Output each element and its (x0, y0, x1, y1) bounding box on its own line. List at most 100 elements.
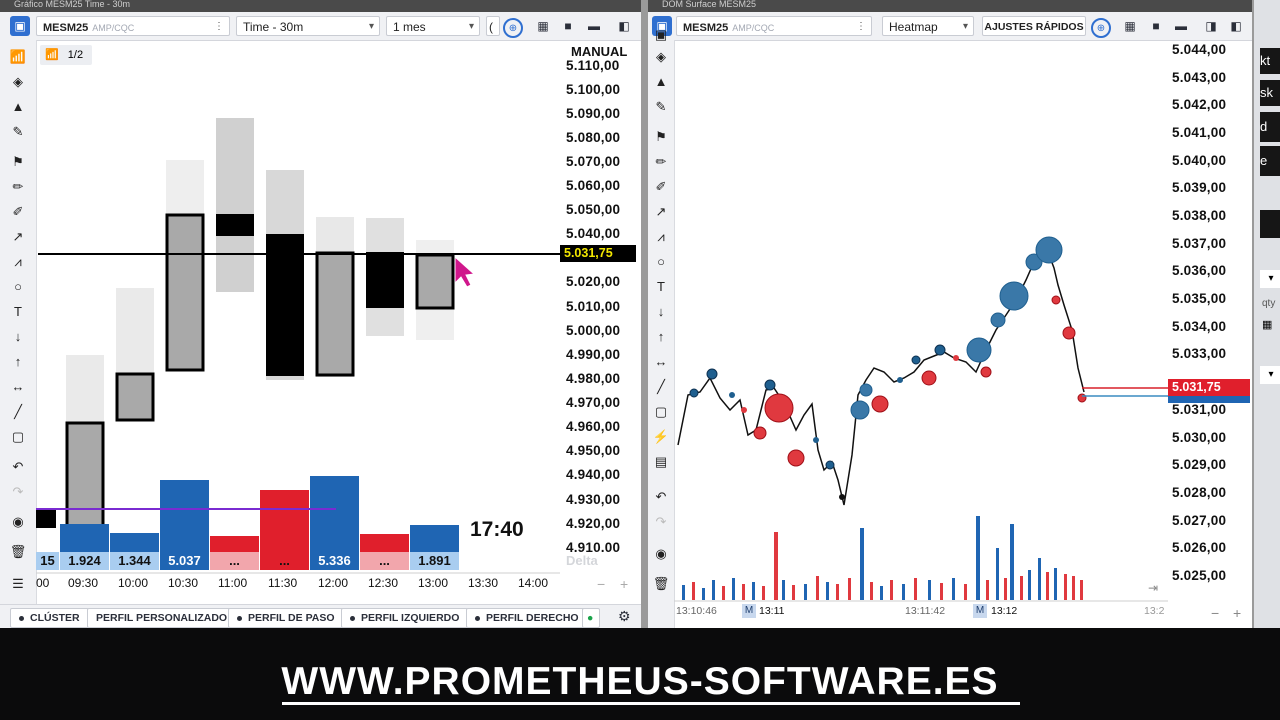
volume-bar (110, 533, 159, 552)
price-label: 5.036,00 (1172, 263, 1227, 278)
volume-bar (60, 524, 109, 552)
time-label: 13:2 (1144, 605, 1165, 617)
time-label: 13:10:46 (676, 605, 717, 617)
tab-more[interactable]: ● (582, 608, 600, 628)
time-label: 12:00 (318, 576, 349, 590)
order-bubble (934, 344, 946, 356)
time-label: 13:00 (418, 576, 449, 590)
price-label: 5.080,00 (566, 130, 621, 145)
current-price-badge: 5.031,75 (1168, 379, 1250, 396)
order-bubble (825, 460, 835, 470)
candle-body (315, 251, 355, 377)
order-bubble (990, 312, 1006, 328)
mode-label[interactable]: MANUAL (571, 44, 627, 59)
edge-tab[interactable]: sk (1260, 80, 1280, 106)
tab-cluster[interactable]: CLÚSTER (10, 608, 89, 628)
price-label: 5.035,00 (1172, 291, 1227, 306)
price-label: 5.043,00 (1172, 70, 1227, 85)
zoom-in-icon[interactable]: + (620, 576, 628, 592)
time-label: 09:30 (68, 576, 99, 590)
price-label: 5.010,00 (566, 299, 621, 314)
tab-custom-profile[interactable]: PERFIL PERSONALIZADO (87, 608, 237, 628)
time-label: 13:30 (468, 576, 499, 590)
volume-histogram (682, 516, 1083, 600)
time-label: 11:30 (268, 576, 298, 590)
price-label: 5.000,00 (566, 323, 621, 338)
zoom-out-icon[interactable]: − (1211, 605, 1219, 621)
price-label: 5.090,00 (566, 106, 621, 121)
price-label: 4.970,00 (566, 395, 621, 410)
volume-label: ... (229, 553, 240, 568)
price-label: 5.044,00 (1172, 42, 1227, 57)
order-bubbles (689, 236, 1087, 500)
cluster-chart-window: Gráfico MESM25 Time - 30m ▣ MESM25 AMP/CQ… (0, 0, 641, 628)
candle-body (165, 213, 205, 372)
qty-label: qty (1262, 298, 1276, 309)
profile-tabs-bar: CLÚSTER PERFIL PERSONALIZADO PERFIL DE P… (0, 604, 641, 628)
price-label: 5.037,00 (1172, 236, 1227, 251)
price-label: 5.030,00 (1172, 430, 1227, 445)
price-label: 5.100,00 (566, 82, 621, 97)
website-underline (282, 702, 1020, 705)
price-label: 5.031,00 (1172, 402, 1227, 417)
price-label: 5.110,00 (566, 58, 620, 73)
time-label: 10:30 (168, 576, 199, 590)
edge-tab[interactable]: kt (1260, 48, 1280, 74)
chevron-down-icon[interactable]: ▾ (1260, 366, 1280, 384)
time-label: 11:00 (218, 576, 248, 590)
price-label: 5.040,00 (1172, 153, 1227, 168)
volume-label: ... (279, 553, 290, 568)
order-bubble (764, 393, 794, 423)
website-link[interactable]: WWW.PROMETHEUS-SOFTWARE.ES (0, 660, 1280, 704)
delta-label: Delta (566, 553, 598, 568)
chevron-down-icon[interactable]: ▾ (1260, 270, 1280, 288)
volume-bar (160, 480, 209, 552)
order-bubble (1035, 236, 1063, 264)
order-bubble (813, 437, 819, 443)
order-bubble (764, 379, 776, 391)
volume-bar (260, 490, 309, 552)
current-price-badge: 5.031,75 (560, 245, 636, 262)
tab-right-profile[interactable]: PERFIL DERECHO (466, 608, 588, 628)
time-marker: M (973, 604, 987, 618)
order-bubble (839, 494, 845, 500)
zoom-in-icon[interactable]: + (1233, 605, 1241, 621)
price-label: 4.910,00 (566, 540, 621, 552)
price-label: 4.920,00 (566, 516, 621, 531)
order-bubble (911, 355, 921, 365)
edge-tab[interactable]: e (1260, 146, 1280, 176)
price-label: 5.050,00 (566, 202, 621, 217)
tab-step-profile[interactable]: PERFIL DE PASO (228, 608, 344, 628)
order-bubble (689, 388, 699, 398)
order-bubble (753, 426, 767, 440)
time-label: 14:00 (518, 576, 549, 590)
candle-body (266, 234, 304, 376)
price-label: 5.020,00 (566, 274, 621, 289)
volume-label: 1.891 (418, 553, 451, 568)
countdown-timer: 17:40 (470, 518, 524, 541)
grid-icon[interactable]: ▦ (1262, 318, 1272, 331)
tab-left-profile[interactable]: PERFIL IZQUIERDO (341, 608, 469, 628)
order-bubble (1062, 326, 1076, 340)
time-label: 13:11:42 (905, 605, 946, 617)
candle-body (216, 214, 254, 236)
price-label: 5.060,00 (566, 178, 621, 193)
volume-label: ... (379, 553, 390, 568)
candle-body (415, 253, 455, 310)
order-bubble (850, 400, 870, 420)
dom-surface-window: DOM Surface MESM25 ▣ MESM25 AMP/CQC ⋮ Hea… (648, 0, 1280, 628)
order-bubble (1051, 295, 1061, 305)
zoom-out-icon[interactable]: − (597, 576, 605, 592)
price-label: 5.038,00 (1172, 208, 1227, 223)
price-label: 5.026,00 (1172, 540, 1227, 555)
edge-tab[interactable] (1260, 210, 1280, 238)
price-label: 5.034,00 (1172, 319, 1227, 334)
price-label: 5.042,00 (1172, 97, 1227, 112)
price-label: 5.033,00 (1172, 346, 1227, 361)
settings-icon[interactable]: ⚙ (618, 608, 631, 625)
candle-body (115, 372, 155, 422)
order-bubble (966, 337, 992, 363)
price-label: 5.029,00 (1172, 457, 1227, 472)
edge-tab[interactable]: d (1260, 112, 1280, 142)
adjacent-panel: kt sk d e ▾ qty ▦ ▾ (1252, 0, 1280, 628)
